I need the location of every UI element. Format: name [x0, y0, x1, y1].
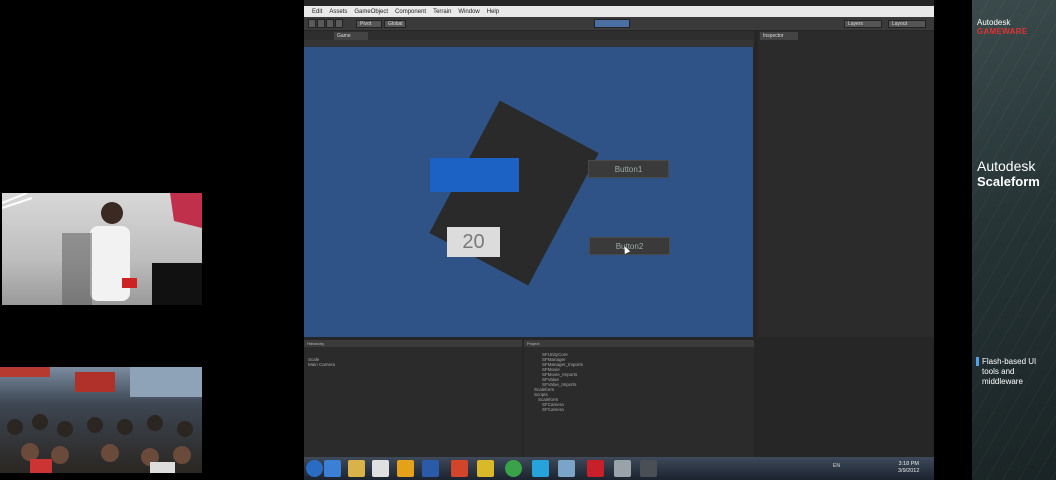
outlook-icon[interactable]	[397, 460, 414, 477]
move-tool-button[interactable]	[317, 19, 325, 28]
project-title: Project	[524, 340, 754, 347]
menu-help[interactable]: Help	[487, 9, 499, 15]
pivot-dropdown[interactable]: Pivot	[356, 20, 382, 28]
menu-assets[interactable]: Assets	[329, 9, 347, 15]
file-explorer-icon[interactable]	[348, 460, 365, 477]
internet-explorer-icon[interactable]	[324, 460, 341, 477]
hierarchy-panel: Hierarchy Scale Main Camera	[304, 340, 522, 457]
tab-game[interactable]: Game	[334, 32, 368, 40]
brand-gameware: GAMEWARE	[977, 27, 1028, 36]
menu-gameobject[interactable]: GameObject	[354, 9, 388, 15]
presenter-scene-icon	[2, 193, 202, 305]
counter-display: 20	[447, 227, 500, 257]
window-app-icon[interactable]	[558, 460, 575, 477]
product-line1: Autodesk	[977, 158, 1036, 174]
branding-panel: Autodesk GAMEWARE Autodesk Scaleform Fla…	[972, 0, 1056, 480]
scale-tool-button[interactable]	[335, 19, 343, 28]
audience-video	[0, 367, 202, 473]
menu-terrain[interactable]: Terrain	[433, 9, 451, 15]
hierarchy-title: Hierarchy	[304, 340, 522, 347]
chrome-icon[interactable]	[505, 460, 522, 477]
project-item[interactable]: SFCamera	[542, 407, 754, 412]
toolbar: Pivot Global Layers Layout	[304, 17, 934, 30]
unity-icon[interactable]	[640, 460, 657, 477]
skype-icon[interactable]	[532, 460, 549, 477]
word-icon[interactable]	[422, 460, 439, 477]
menu-window[interactable]: Window	[458, 9, 479, 15]
tagline: Flash-based UI tools and middleware	[982, 357, 1037, 386]
flash-icon[interactable]	[587, 460, 604, 477]
layers-dropdown[interactable]: Layers	[844, 20, 882, 28]
start-button-icon[interactable]	[306, 460, 323, 477]
tagline-accent	[976, 357, 979, 366]
tab-inspector[interactable]: Inspector	[760, 32, 798, 40]
clock-date: 3/9/2012	[898, 468, 920, 474]
audience-scene-icon	[0, 367, 202, 473]
brand-company: Autodesk	[977, 18, 1011, 27]
game-view-subbar	[304, 40, 754, 47]
hand-tool-button[interactable]	[308, 19, 316, 28]
play-controls[interactable]	[594, 19, 630, 28]
background-pattern	[972, 0, 1056, 480]
app-icon[interactable]	[477, 460, 494, 477]
clock-time: 3:18 PM	[898, 461, 919, 467]
menu-edit[interactable]: Edit	[312, 9, 322, 15]
inspector-panel: Inspector	[758, 31, 934, 337]
language-indicator[interactable]: EN	[833, 463, 840, 469]
menu-bar: Edit Assets GameObject Component Terrain…	[304, 6, 934, 17]
layout-dropdown[interactable]: Layout	[888, 20, 926, 28]
product-line2: Scaleform	[977, 174, 1040, 189]
powerpoint-icon[interactable]	[451, 460, 468, 477]
system-clock[interactable]: 3:18 PM 3/9/2012	[898, 461, 919, 475]
global-dropdown[interactable]: Global	[384, 20, 406, 28]
media-player-icon[interactable]	[372, 460, 389, 477]
rotate-tool-button[interactable]	[326, 19, 334, 28]
tool-app-icon[interactable]	[614, 460, 631, 477]
menu-component[interactable]: Component	[395, 9, 426, 15]
view-tabbar: Game	[304, 31, 754, 40]
blue-progress-bar	[430, 158, 519, 192]
hierarchy-item[interactable]: Main Camera	[308, 362, 522, 367]
button1[interactable]: Button1	[588, 160, 669, 178]
windows-taskbar: EN 3:18 PM 3/9/2012	[304, 457, 934, 480]
button2[interactable]: Button2	[589, 237, 670, 255]
project-panel: Project SFUnityCore SFManager SFManager_…	[524, 340, 754, 457]
presenter-video	[2, 193, 202, 305]
